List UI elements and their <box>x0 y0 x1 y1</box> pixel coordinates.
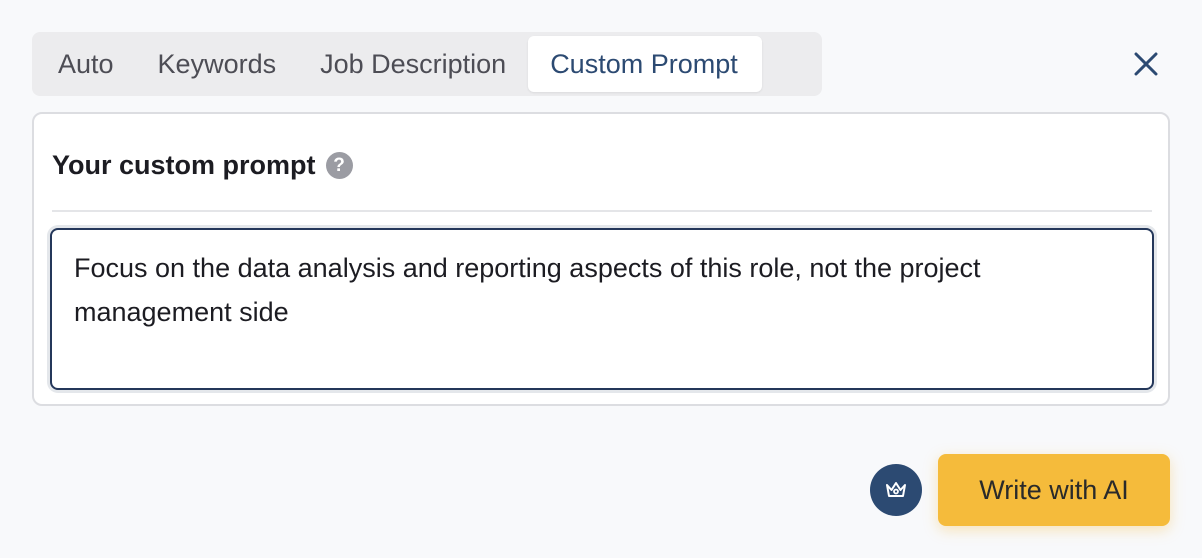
tab-auto[interactable]: Auto <box>36 36 136 92</box>
close-button[interactable] <box>1128 46 1164 82</box>
custom-prompt-panel: Auto Keywords Job Description Custom Pro… <box>0 0 1202 558</box>
custom-prompt-input[interactable]: Focus on the data analysis and reporting… <box>50 228 1154 390</box>
tab-job-description[interactable]: Job Description <box>298 36 528 92</box>
tab-custom-prompt[interactable]: Custom Prompt <box>528 36 762 92</box>
crown-icon <box>886 482 906 497</box>
card-header: Your custom prompt ? <box>52 150 353 181</box>
premium-button[interactable] <box>870 464 922 516</box>
write-with-ai-button[interactable]: Write with AI <box>938 454 1170 526</box>
card-title: Your custom prompt <box>52 150 316 180</box>
custom-prompt-card: Your custom prompt ? Focus on the data a… <box>32 112 1170 406</box>
close-icon <box>1134 52 1158 76</box>
divider <box>52 210 1152 212</box>
mode-tabs: Auto Keywords Job Description Custom Pro… <box>32 32 822 96</box>
tab-keywords[interactable]: Keywords <box>136 36 299 92</box>
help-icon[interactable]: ? <box>325 152 353 179</box>
